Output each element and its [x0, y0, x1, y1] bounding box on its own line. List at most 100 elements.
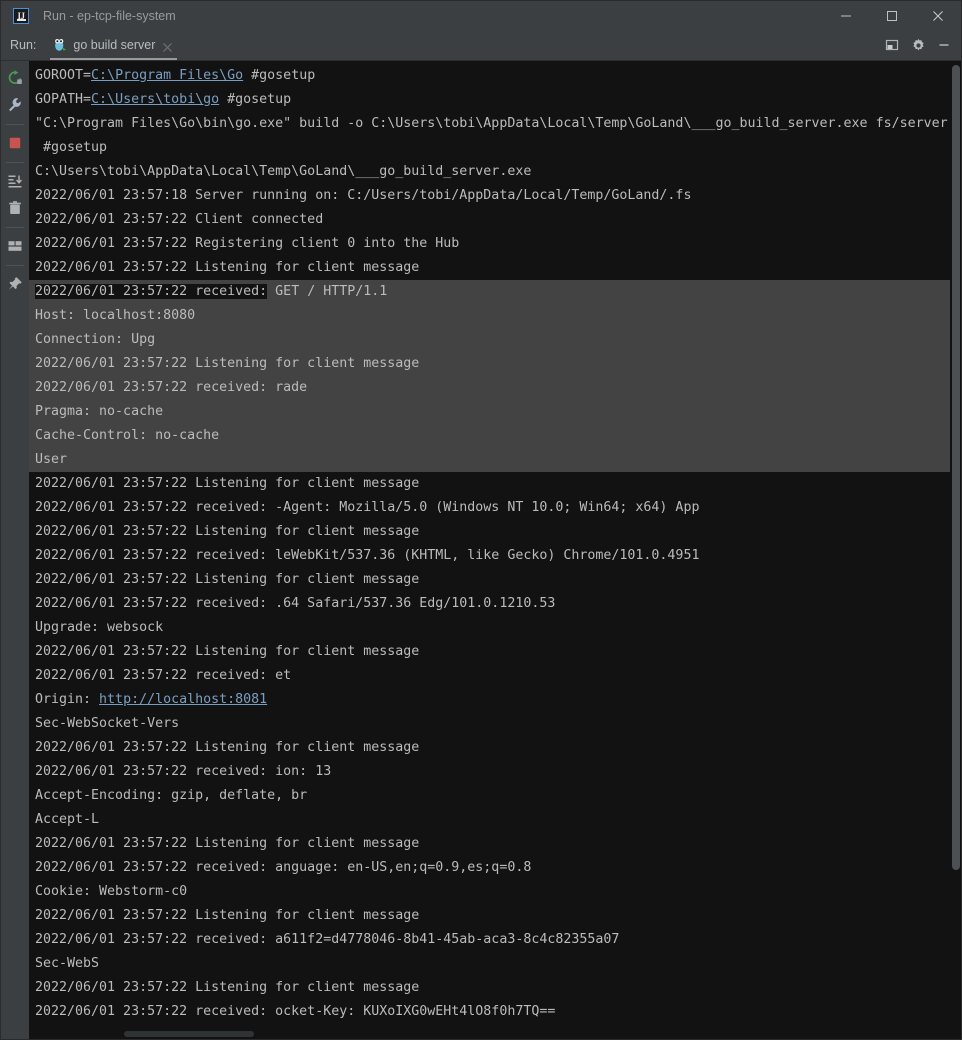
trash-icon[interactable] — [3, 196, 27, 220]
console-line: Accept-L — [29, 808, 961, 832]
horizontal-scrollbar-thumb[interactable] — [124, 1031, 254, 1037]
console-text-segment: Pragma: no-cache — [35, 404, 164, 419]
console-line: 2022/06/01 23:57:22 Client connected — [29, 208, 961, 232]
console-line: 2022/06/01 23:57:22 Listening for client… — [29, 256, 961, 280]
console-text-segment: 2022/06/01 23:57:22 Listening for client… — [35, 356, 420, 371]
console-line: 2022/06/01 23:57:22 received: rade — [29, 376, 961, 400]
console-line: 2022/06/01 23:57:22 Listening for client… — [29, 904, 961, 928]
console-text-segment: GOPATH= — [35, 92, 92, 107]
console-text-segment: #gosetup — [35, 140, 108, 155]
console-line: 2022/06/01 23:57:22 received: GET / HTTP… — [29, 280, 961, 304]
tab-label: go build server — [73, 38, 156, 52]
rerun-arrow-icon[interactable] — [3, 66, 27, 90]
console-text[interactable]: GOROOT=C:\Program Files\Go #gosetup GOPAT… — [29, 61, 961, 1039]
console-line: Upgrade: websock — [29, 616, 961, 640]
console-line: Pragma: no-cache — [29, 400, 961, 424]
console-text-segment: Host: localhost:8080 — [35, 308, 196, 323]
console-line: Cookie: Webstorm-c0 — [29, 880, 961, 904]
window-controls — [823, 1, 961, 30]
wrench-icon[interactable] — [3, 93, 27, 117]
console-line: GOPATH=C:\Users\tobi\go #gosetup — [29, 88, 961, 112]
console-line: 2022/06/01 23:57:22 Listening for client… — [29, 976, 961, 1000]
console-text-segment: 2022/06/01 23:57:22 received: -Agent: Mo… — [35, 500, 700, 515]
console-output-panel[interactable]: GOROOT=C:\Program Files\Go #gosetup GOPAT… — [29, 61, 961, 1039]
console-text-segment: User — [35, 452, 68, 467]
console-line: 2022/06/01 23:57:22 received: ion: 13 — [29, 760, 961, 784]
pin-icon[interactable] — [3, 272, 27, 296]
console-text-segment: Cache-Control: no-cache — [35, 428, 220, 443]
console-text-segment: GOROOT= — [35, 68, 92, 83]
scroll-to-end-icon[interactable] — [3, 169, 27, 193]
console-line: "C:\Program Files\Go\bin\go.exe" build -… — [29, 112, 961, 136]
console-text-segment: #gosetup — [243, 68, 316, 83]
console-line: 2022/06/01 23:57:22 received: anguage: e… — [29, 856, 961, 880]
console-line: #gosetup — [29, 136, 961, 160]
close-button[interactable] — [915, 1, 961, 30]
close-icon[interactable] — [162, 40, 173, 52]
console-text-segment: 2022/06/01 23:57:22 received: .64 Safari… — [35, 596, 556, 611]
minimize-button[interactable] — [823, 1, 869, 30]
console-text-segment: 2022/06/01 23:57:22 received: — [35, 284, 268, 299]
console-text-segment: Accept-Encoding: gzip, deflate, br — [35, 788, 308, 803]
console-horizontal-scrollbar[interactable] — [29, 1029, 950, 1039]
console-line: 2022/06/01 23:57:22 Listening for client… — [29, 832, 961, 856]
console-line: User — [29, 448, 961, 472]
console-line: Sec-WebS — [29, 952, 961, 976]
minus-icon[interactable] — [931, 32, 957, 58]
console-text-segment: 2022/06/01 23:57:22 Listening for client… — [35, 524, 420, 539]
console-text-segment: 2022/06/01 23:57:22 Client connected — [35, 212, 324, 227]
console-text-segment: 2022/06/01 23:57:22 Registering client 0… — [35, 236, 460, 251]
soft-wrap-icon[interactable] — [3, 234, 27, 258]
console-line: C:\Users\tobi\AppData\Local\Temp\GoLand\… — [29, 160, 961, 184]
maximize-button[interactable] — [869, 1, 915, 30]
run-actions-toolbar — [1, 61, 29, 1039]
console-text-segment: 2022/06/01 23:57:22 Listening for client… — [35, 260, 420, 275]
console-text-segment: Cookie: Webstorm-c0 — [35, 884, 188, 899]
console-line: 2022/06/01 23:57:22 received: ocket-Key:… — [29, 1000, 961, 1024]
gear-icon[interactable] — [905, 32, 931, 58]
console-line: Connection: Upg — [29, 328, 961, 352]
console-line: Sec-WebSocket-Vers — [29, 712, 961, 736]
console-line: 2022/06/01 23:57:22 received: et — [29, 664, 961, 688]
panel-layout-icon[interactable] — [879, 32, 905, 58]
console-text-segment: 2022/06/01 23:57:22 Listening for client… — [35, 476, 420, 491]
console-line: Host: localhost:8080 — [29, 304, 961, 328]
run-label: Run: — [10, 38, 37, 52]
console-text-segment: Upgrade: websock — [35, 620, 164, 635]
console-text-segment: #gosetup — [219, 92, 292, 107]
console-text-segment: 2022/06/01 23:57:22 received: leWebKit/5… — [35, 548, 700, 563]
console-link[interactable]: C:\Users\tobi\go — [91, 92, 219, 107]
console-text-segment: 2022/06/01 23:57:22 received: anguage: e… — [35, 860, 532, 875]
vertical-scrollbar-thumb[interactable] — [952, 65, 960, 870]
console-text-segment: 2022/06/01 23:57:22 received: et — [35, 668, 292, 683]
tab-go-build-server[interactable]: go build server — [48, 31, 179, 60]
console-line: 2022/06/01 23:57:22 Listening for client… — [29, 736, 961, 760]
console-text-segment: 2022/06/01 23:57:22 Listening for client… — [35, 980, 420, 995]
console-text-segment: C:\Users\tobi\AppData\Local\Temp\GoLand\… — [35, 164, 532, 179]
intellij-idea-icon: IJ — [13, 7, 29, 24]
run-tool-window: IJ Run - ep-tcp-file-system Run: go buil… — [0, 0, 962, 1040]
console-text-segment: Accept-L — [35, 812, 100, 827]
go-gopher-icon — [52, 37, 68, 53]
console-vertical-scrollbar[interactable] — [950, 61, 961, 1039]
console-link[interactable]: http://localhost:8081 — [99, 692, 267, 707]
console-text-segment: 2022/06/01 23:57:22 Listening for client… — [35, 908, 420, 923]
console-link[interactable]: C:\Program Files\Go — [91, 68, 243, 83]
stop-square-icon[interactable] — [3, 131, 27, 155]
console-text-segment: 2022/06/01 23:57:22 received: ion: 13 — [35, 764, 332, 779]
run-window-body: GOROOT=C:\Program Files\Go #gosetup GOPAT… — [1, 61, 961, 1039]
console-text-segment: 2022/06/01 23:57:22 Listening for client… — [35, 644, 420, 659]
console-line: GOROOT=C:\Program Files\Go #gosetup — [29, 64, 961, 88]
console-line: 2022/06/01 23:57:22 received: -Agent: Mo… — [29, 496, 961, 520]
console-line: 2022/06/01 23:57:22 Registering client 0… — [29, 232, 961, 256]
console-line: 2022/06/01 23:57:22 Listening for client… — [29, 640, 961, 664]
console-text-segment: 2022/06/01 23:57:22 Listening for client… — [35, 740, 420, 755]
console-text-segment: 2022/06/01 23:57:22 received: a611f2=d47… — [35, 932, 620, 947]
console-text-segment: 2022/06/01 23:57:22 received: ocket-Key:… — [35, 1004, 556, 1019]
console-text-segment: Sec-WebS — [35, 956, 100, 971]
console-text-segment: 2022/06/01 23:57:22 Listening for client… — [35, 572, 420, 587]
console-line: Origin: http://localhost:8081 — [29, 688, 961, 712]
console-text-segment: Sec-WebSocket-Vers — [35, 716, 180, 731]
console-line: 2022/06/01 23:57:22 Listening for client… — [29, 520, 961, 544]
console-text-segment: GET / HTTP/1.1 — [267, 284, 388, 299]
